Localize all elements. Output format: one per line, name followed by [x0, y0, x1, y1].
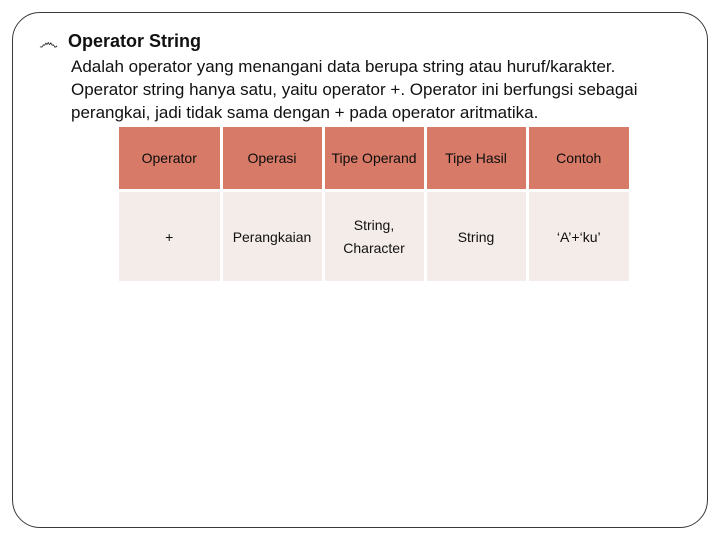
heading-row: ෴ Operator String — [39, 31, 681, 54]
col-operator: Operator — [119, 127, 221, 191]
operator-table-wrap: Operator Operasi Tipe Operand Tipe Hasil… — [119, 127, 681, 281]
table-row: + Perangkaian String, Character String ‘… — [119, 191, 629, 281]
cell-tipe-operand: String, Character — [323, 191, 425, 281]
col-tipe-hasil: Tipe Hasil — [425, 127, 527, 191]
bullet-icon: ෴ — [39, 32, 58, 54]
cell-tipe-hasil: String — [425, 191, 527, 281]
col-tipe-operand: Tipe Operand — [323, 127, 425, 191]
operator-table: Operator Operasi Tipe Operand Tipe Hasil… — [119, 127, 629, 281]
tipe-operand-line1: String, — [331, 214, 418, 236]
col-operasi: Operasi — [221, 127, 323, 191]
col-contoh: Contoh — [527, 127, 629, 191]
section-description: Adalah operator yang menangani data beru… — [71, 56, 681, 125]
slide-frame: ෴ Operator String Adalah operator yang m… — [12, 12, 708, 528]
cell-operator: + — [119, 191, 221, 281]
cell-operasi: Perangkaian — [221, 191, 323, 281]
section-heading: Operator String — [68, 31, 201, 52]
cell-contoh: ‘A’+‘ku’ — [527, 191, 629, 281]
tipe-operand-line2: Character — [331, 237, 418, 259]
table-header-row: Operator Operasi Tipe Operand Tipe Hasil… — [119, 127, 629, 191]
